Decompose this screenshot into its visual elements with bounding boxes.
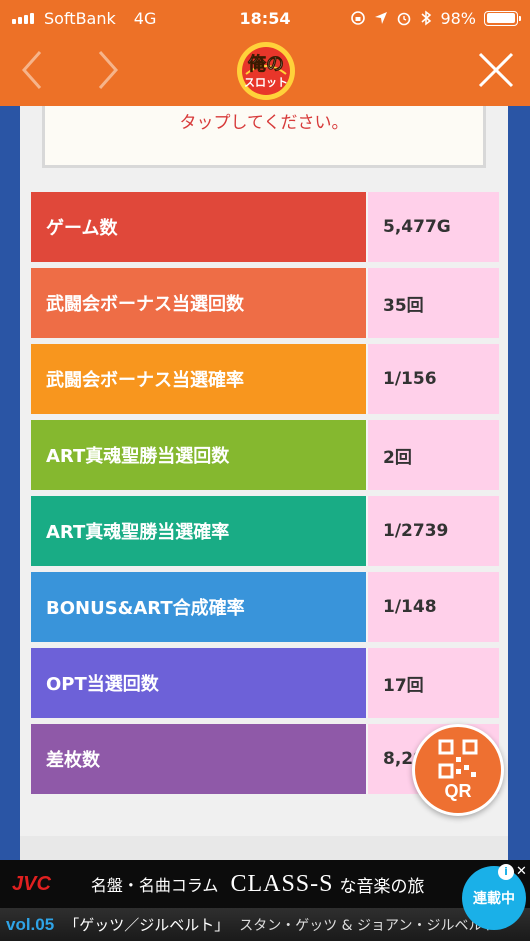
ad-volume: vol.05 xyxy=(6,914,55,934)
stat-label: 武闘会ボーナス当選確率 xyxy=(31,344,366,414)
qr-code-icon xyxy=(438,739,478,778)
ad-banner[interactable]: JVC 名盤・名曲コラム CLASS-S な音楽の旅 vol.05 「ゲッツ／ジ… xyxy=(0,860,530,941)
ad-info-icon[interactable]: i xyxy=(498,864,514,880)
stat-value: 1/2739 xyxy=(366,496,499,566)
app-logo[interactable]: 俺の スロット xyxy=(226,40,306,102)
stat-value: 1/156 xyxy=(366,344,499,414)
content-bottom xyxy=(20,836,508,860)
notice-box[interactable]: タップしてください。 xyxy=(42,106,486,168)
ad-song: 「ゲッツ／ジルベルト」 xyxy=(64,916,230,934)
stat-value: 35回 xyxy=(366,268,499,338)
right-margin xyxy=(508,106,530,860)
carrier-name: SoftBank xyxy=(44,8,116,28)
ad-text: 名盤・名曲コラム xyxy=(90,876,219,895)
stat-label: BONUS&ART合成確率 xyxy=(31,572,366,642)
stat-value: 17回 xyxy=(366,648,499,718)
stat-row: ゲーム数 5,477G xyxy=(31,192,499,262)
stat-row: ART真魂聖勝当選回数 2回 xyxy=(31,420,499,490)
network-type: 4G xyxy=(133,8,157,28)
svg-text:スロット: スロット xyxy=(244,76,288,89)
stat-label: 差枚数 xyxy=(31,724,366,794)
chevron-right-icon xyxy=(98,51,119,89)
nav-bar: 俺の スロット xyxy=(0,36,530,106)
stat-label: ART真魂聖勝当選回数 xyxy=(31,420,366,490)
alarm-icon xyxy=(398,12,411,26)
ad-brand: JVC xyxy=(12,872,51,895)
rotation-lock-icon xyxy=(351,11,366,25)
bluetooth-icon xyxy=(421,10,432,26)
back-button[interactable] xyxy=(12,50,52,90)
ad-title: CLASS-S xyxy=(230,870,334,897)
ad-artists: スタン・ゲッツ & ジョアン・ジルベルト xyxy=(239,917,497,934)
stat-label: ART真魂聖勝当選確率 xyxy=(31,496,366,566)
ad-suffix: な音楽の旅 xyxy=(339,876,425,897)
forward-button[interactable] xyxy=(88,50,128,90)
close-icon xyxy=(478,52,514,88)
stats-table: ゲーム数 5,477G 武闘会ボーナス当選回数 35回 武闘会ボーナス当選確率 1/156… xyxy=(31,192,499,800)
location-icon xyxy=(375,12,388,24)
close-button[interactable] xyxy=(476,50,516,90)
status-bar: SoftBank 4G 18:54 98% xyxy=(0,0,530,36)
qr-label: QR xyxy=(444,780,472,801)
stat-label: 武闘会ボーナス当選回数 xyxy=(31,268,366,338)
stat-row: 武闘会ボーナス当選確率 1/156 xyxy=(31,344,499,414)
chevron-left-icon xyxy=(21,51,42,89)
ad-close-icon[interactable]: ✕ xyxy=(516,864,527,879)
stat-row: 武闘会ボーナス当選回数 35回 xyxy=(31,268,499,338)
stat-row: BONUS&ART合成確率 1/148 xyxy=(31,572,499,642)
left-margin xyxy=(0,106,20,860)
battery-icon xyxy=(484,10,521,26)
stat-value: 1/148 xyxy=(366,572,499,642)
svg-text:俺の: 俺の xyxy=(247,53,284,75)
stat-value: 5,477G xyxy=(366,192,499,262)
notice-text: タップしてください。 xyxy=(179,113,349,133)
battery-percent: 98% xyxy=(440,8,476,28)
stat-row: ART真魂聖勝当選確率 1/2739 xyxy=(31,496,499,566)
stat-label: ゲーム数 xyxy=(31,192,366,262)
qr-button[interactable]: QR xyxy=(412,724,504,816)
stat-label: OPT当選回数 xyxy=(31,648,366,718)
stat-value: 2回 xyxy=(366,420,499,490)
signal-icon xyxy=(12,12,34,24)
stat-row: OPT当選回数 17回 xyxy=(31,648,499,718)
